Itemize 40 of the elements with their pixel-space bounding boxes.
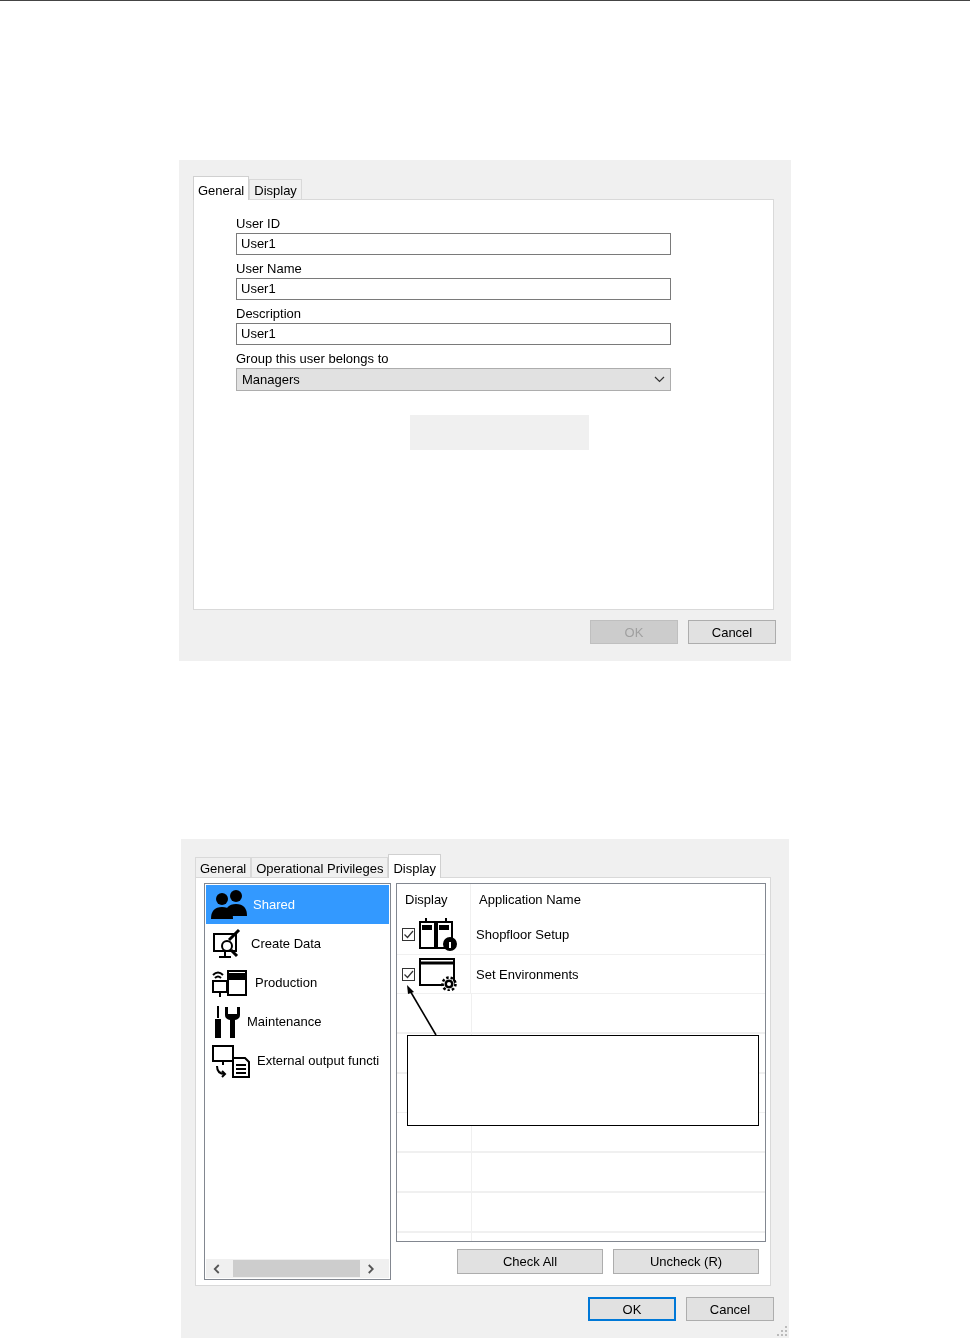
people-icon [211,888,247,921]
input-field[interactable]: User1 [236,233,671,255]
application-name: Shopfloor Setup [475,926,570,942]
field-label: Group this user belongs to [236,350,390,368]
window-gear-icon [418,957,458,992]
tab[interactable]: General [193,176,250,200]
dropdown[interactable]: Managers [236,368,671,391]
monitor-document-icon [211,1043,251,1078]
input-field[interactable]: User1 [236,278,671,300]
application-name: Set Environments [475,966,579,982]
column-header[interactable]: Application Name [471,884,581,915]
category-label: Maintenance [247,1014,322,1029]
field-label: User Name [236,260,303,278]
action-button[interactable]: Uncheck (R) [613,1249,759,1274]
dialog-button[interactable]: Cancel [688,620,776,644]
category-item[interactable]: Maintenance [206,1002,389,1041]
category-item[interactable]: External output functi [206,1041,389,1080]
category-item[interactable]: Production [206,963,389,1002]
category-item[interactable]: Create Data [206,924,389,963]
checkbox[interactable] [402,927,415,941]
dialog-button[interactable]: Cancel [686,1297,774,1321]
category-label: Production [255,975,318,990]
tab[interactable]: Operational Privileges [251,857,389,877]
tab[interactable]: Display [388,854,442,878]
category-label: External output functi [257,1053,380,1068]
chevron-down-icon [654,376,665,383]
tab[interactable]: Display [249,179,302,199]
action-button[interactable]: Check All [457,1249,603,1274]
field-label: Description [236,305,303,323]
leader-line [405,984,437,1036]
field-label: User ID [236,215,282,233]
category-label: Shared [253,897,295,912]
input-field[interactable]: User1 [236,323,671,345]
horizontal-scrollbar[interactable] [206,1259,389,1278]
resize-grip-icon[interactable] [777,1326,787,1336]
checkbox[interactable] [402,967,415,981]
tab[interactable]: General [195,857,252,877]
category-label: Create Data [251,936,322,951]
scrollbar-thumb[interactable] [233,1260,361,1277]
dialog-button[interactable]: OK [588,1297,676,1321]
